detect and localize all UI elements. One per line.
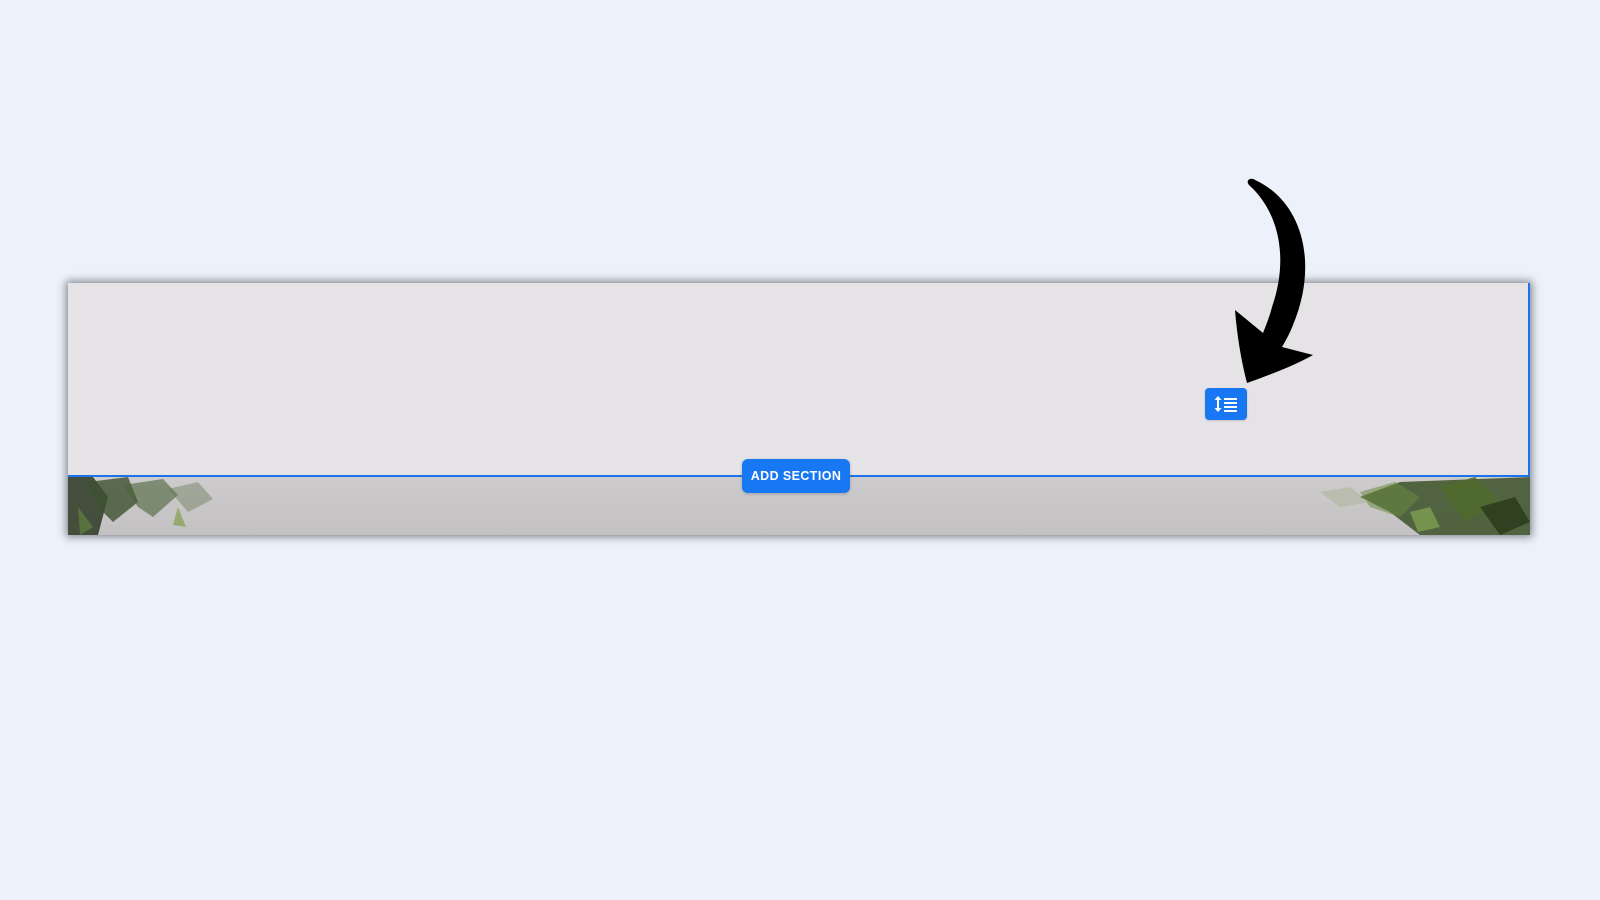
section-spacing-button[interactable] (1205, 388, 1247, 420)
add-section-button[interactable]: ADD SECTION (742, 459, 850, 493)
foliage-left-image (68, 477, 213, 535)
curved-arrow-icon (1235, 178, 1313, 383)
line-spacing-icon (1214, 396, 1237, 412)
foliage-right-image (1320, 477, 1530, 535)
